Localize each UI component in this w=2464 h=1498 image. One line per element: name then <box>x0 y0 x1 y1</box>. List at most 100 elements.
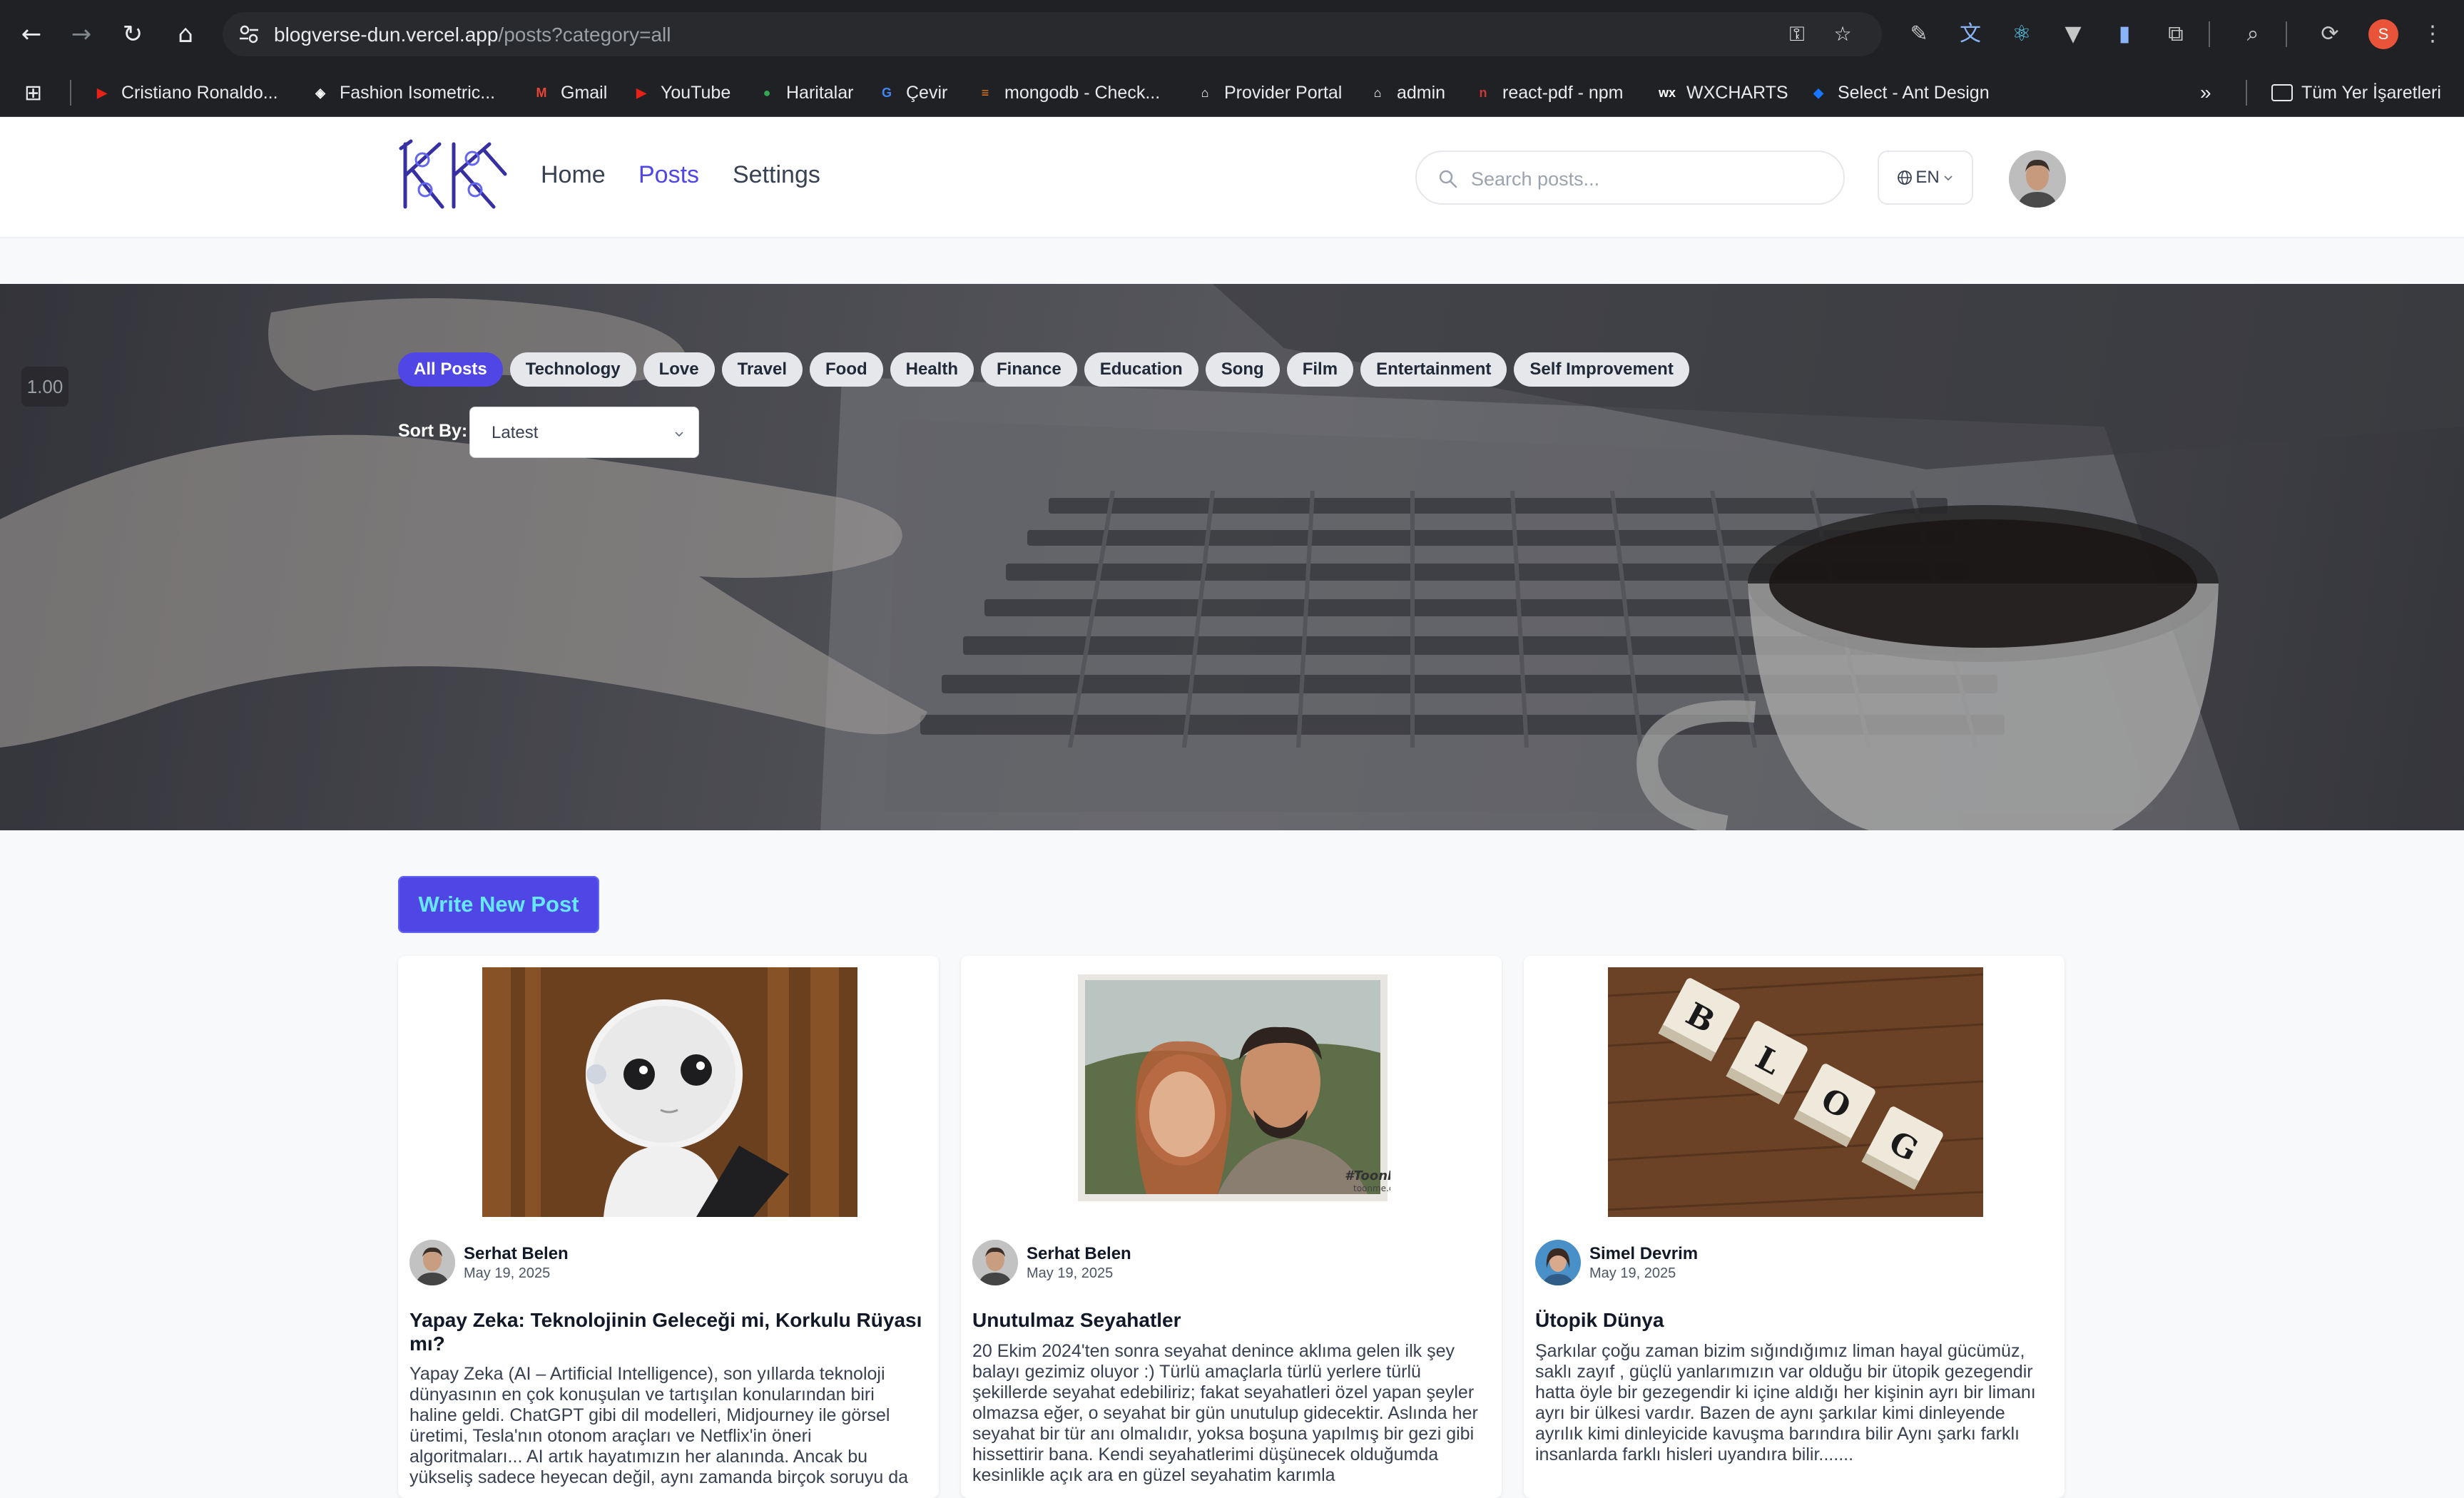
category-chip-travel[interactable]: Travel <box>721 352 803 387</box>
category-chip-finance[interactable]: Finance <box>981 352 1077 387</box>
reload-icon[interactable]: ↻ <box>116 17 150 51</box>
bookmark-label: mongodb - Check... <box>1004 82 1161 103</box>
search-input[interactable] <box>1471 165 1813 193</box>
password-key-icon[interactable]: ⚿ <box>1785 22 1809 46</box>
post-title[interactable]: Ütopik Dünya <box>1535 1308 2049 1332</box>
bookmark-item[interactable]: ◈ Fashion Isometric... <box>310 68 495 117</box>
bookmark-item[interactable]: ▶ Cristiano Ronaldo... <box>91 68 278 117</box>
bookmark-item[interactable]: wx WXCHARTS <box>1656 68 1788 117</box>
language-selector[interactable]: EN <box>1878 151 1973 205</box>
author-name[interactable]: Serhat Belen <box>1027 1244 1131 1264</box>
post-excerpt: Yapay Zeka (AI – Artificial Intelligence… <box>409 1364 909 1487</box>
chevron-down-icon <box>675 432 683 437</box>
url-text[interactable]: blogverse-dun.vercel.app/posts?category=… <box>274 24 671 46</box>
maps-pin-icon: ● <box>763 85 771 100</box>
bookmark-item[interactable]: ◆ Select - Ant Design <box>1808 68 1990 117</box>
bookmark-item[interactable]: M Gmail <box>531 68 608 117</box>
category-chip-education[interactable]: Education <box>1084 352 1198 387</box>
eyedropper-extension-icon[interactable]: ✎ <box>1905 20 1933 49</box>
site-header: Home Posts Settings EN <box>0 117 2464 238</box>
bookmark-item[interactable]: G Çevir <box>876 68 947 117</box>
browser-toolbar: ← → ↻ ⌂ blogverse-dun.vercel.app/posts?c… <box>0 0 2464 68</box>
post-card[interactable]: Serhat Belen May 19, 2025 Yapay Zeka: Te… <box>398 956 939 1498</box>
search-tabs-icon[interactable]: ⌕ <box>2239 20 2267 49</box>
stackoverflow-icon: ≡ <box>981 85 989 100</box>
post-excerpt: 20 Ekim 2024'ten sonra seyahat denince a… <box>972 1341 1478 1485</box>
post-card[interactable]: B L O G Simel Devrim May 19, 2025 Ütopik… <box>1524 956 2065 1498</box>
category-chip-health[interactable]: Health <box>890 352 974 387</box>
sort-select[interactable]: Latest <box>469 407 699 458</box>
nav-posts[interactable]: Posts <box>638 161 699 189</box>
translate-icon: G <box>881 85 892 100</box>
category-chip-entertainment[interactable]: Entertainment <box>1360 352 1507 387</box>
bookmarks-bar: ⊞ ▶ Cristiano Ronaldo... ◈ Fashion Isometri… <box>0 68 2464 117</box>
search-box[interactable] <box>1415 151 1845 205</box>
apps-grid-icon[interactable]: ⊞ <box>24 68 42 117</box>
category-chip-love[interactable]: Love <box>643 352 715 387</box>
author-name[interactable]: Serhat Belen <box>464 1244 569 1264</box>
all-bookmarks-folder[interactable]: Tüm Yer İşaretleri <box>2271 68 2441 117</box>
chevron-down-icon <box>1944 175 1953 181</box>
address-bar[interactable]: blogverse-dun.vercel.app/posts?category=… <box>223 12 1882 56</box>
author-avatar[interactable] <box>1535 1240 1581 1285</box>
post-excerpt: Şarkılar çoğu zaman bizim sığındığımız l… <box>1535 1341 2036 1464</box>
back-icon[interactable]: ← <box>14 17 49 51</box>
post-title[interactable]: Unutulmaz Seyahatler <box>972 1308 1486 1332</box>
bookmark-star-icon[interactable]: ☆ <box>1831 22 1855 46</box>
post-card[interactable]: #ToonMe toonme.com Serhat Belen May 19, … <box>961 956 1502 1498</box>
home-icon: ⌂ <box>1373 85 1382 100</box>
google-translate-extension-icon[interactable]: 文 <box>1956 20 1985 49</box>
forward-icon[interactable]: → <box>64 17 98 51</box>
more-bookmarks-icon[interactable]: » <box>2200 68 2211 117</box>
image-watermark: #ToonMe <box>1345 1168 1390 1183</box>
nav-home[interactable]: Home <box>541 161 606 189</box>
bookmark-item[interactable]: ▶ YouTube <box>631 68 730 117</box>
category-chip-song[interactable]: Song <box>1205 352 1280 387</box>
home-icon: ⌂ <box>1201 85 1209 100</box>
sort-label: Sort By: <box>398 421 468 441</box>
gmail-icon: M <box>536 85 547 100</box>
post-title[interactable]: Yapay Zeka: Teknolojinin Geleceği mi, Ko… <box>409 1308 923 1355</box>
post-image-blog-tiles[interactable]: B L O G <box>1608 967 1983 1217</box>
post-image-robot[interactable] <box>482 967 857 1217</box>
extensions-puzzle-icon[interactable]: ⧉ <box>2162 20 2190 49</box>
menu-kebab-icon[interactable]: ⋮ <box>2418 20 2447 49</box>
bookmark-item[interactable]: ≡ mongodb - Check... <box>974 68 1160 117</box>
bookmark-label: Haritalar <box>786 82 854 103</box>
bookmark-label: Select - Ant Design <box>1838 82 1990 103</box>
category-chip-all-posts[interactable]: All Posts <box>398 352 503 387</box>
author-name[interactable]: Simel Devrim <box>1589 1244 1698 1264</box>
image-watermark-sub: toonme.com <box>1353 1183 1390 1193</box>
site-logo[interactable] <box>398 138 509 213</box>
bookmark-item[interactable]: n react-pdf - npm <box>1472 68 1624 117</box>
wx-icon: wx <box>1658 85 1676 100</box>
user-avatar[interactable] <box>2009 151 2066 208</box>
vue-devtools-extension-icon[interactable]: ▼ <box>2059 20 2087 49</box>
bookmark-item[interactable]: ⌂ Provider Portal <box>1194 68 1343 117</box>
react-devtools-extension-icon[interactable]: ⚛ <box>2007 20 2036 49</box>
post-image-couple[interactable]: #ToonMe toonme.com <box>1075 967 1390 1207</box>
sync-icon[interactable]: ⟳ <box>2316 20 2344 49</box>
author-avatar[interactable] <box>409 1240 455 1285</box>
post-date: May 19, 2025 <box>1027 1265 1114 1281</box>
docs-extension-icon[interactable]: ▮ <box>2110 20 2139 49</box>
write-new-post-button[interactable]: Write New Post <box>398 876 599 933</box>
bookmark-label: admin <box>1397 82 1446 103</box>
bookmark-item[interactable]: ● Haritalar <box>756 68 854 117</box>
site-settings-icon[interactable] <box>237 22 261 46</box>
category-chip-food[interactable]: Food <box>810 352 883 387</box>
npm-icon: n <box>1479 85 1487 100</box>
author-avatar[interactable] <box>972 1240 1018 1285</box>
category-chip-film[interactable]: Film <box>1286 352 1354 387</box>
bookmark-label: Provider Portal <box>1224 82 1343 103</box>
category-chip-technology[interactable]: Technology <box>509 352 636 387</box>
home-icon[interactable]: ⌂ <box>168 17 203 51</box>
bookmark-item[interactable]: ⌂ admin <box>1367 68 1446 117</box>
category-chip-self-improvement[interactable]: Self Improvement <box>1514 352 1689 387</box>
nav-settings[interactable]: Settings <box>733 161 820 189</box>
post-date: May 19, 2025 <box>1589 1265 1676 1281</box>
profile-avatar[interactable]: S <box>2368 19 2398 49</box>
antdesign-icon: ◆ <box>1813 85 1823 100</box>
post-date: May 19, 2025 <box>464 1265 551 1281</box>
bookmark-label: react-pdf - npm <box>1502 82 1624 103</box>
